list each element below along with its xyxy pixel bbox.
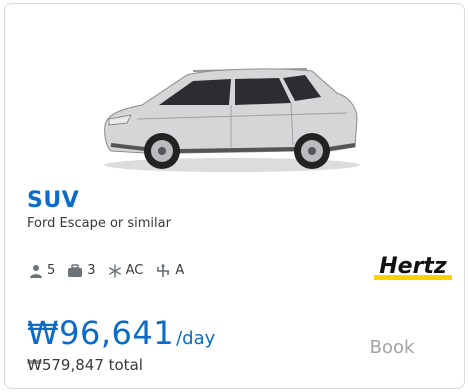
rental-car-card[interactable]: SUV Ford Escape or similar 5 3 AC A Hert…	[4, 3, 465, 389]
book-button[interactable]: Book	[352, 331, 432, 363]
transmission-icon	[157, 263, 170, 277]
ac-label: AC	[125, 263, 144, 278]
passengers-feature: 5	[29, 263, 55, 278]
passengers-count: 5	[47, 263, 56, 278]
transmission-label: A	[175, 263, 185, 278]
car-class-title: SUV	[27, 188, 80, 213]
daily-price: ₩96,641 /day	[27, 314, 215, 352]
ac-feature: AC	[108, 263, 144, 278]
suitcase-icon	[68, 263, 83, 277]
snowflake-icon	[108, 263, 121, 278]
svg-text:Hertz: Hertz	[379, 254, 447, 279]
bags-feature: 3	[67, 263, 96, 278]
transmission-feature: A	[155, 263, 184, 278]
daily-price-unit: /day	[176, 328, 216, 349]
daily-price-amount: ₩96,641	[27, 314, 175, 352]
hertz-logo: Hertz	[374, 254, 452, 280]
person-icon	[30, 264, 42, 278]
car-model-text: Ford Escape or similar	[27, 216, 171, 231]
total-price: ₩579,847 total	[27, 356, 143, 374]
car-features: 5 3 AC A	[29, 263, 196, 278]
car-image	[104, 68, 360, 172]
bags-count: 3	[87, 263, 96, 278]
